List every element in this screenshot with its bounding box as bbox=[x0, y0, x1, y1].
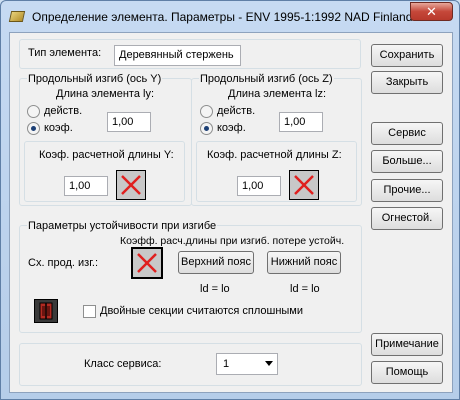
coef-z-input[interactable]: 1,00 bbox=[237, 176, 281, 196]
coef-y-label: Коэф. расчетной длины Y: bbox=[39, 149, 174, 161]
upper-flange-button[interactable]: Верхний пояс bbox=[178, 251, 254, 274]
fire-resistance-button[interactable]: Огнестой. bbox=[371, 207, 443, 230]
red-cross-icon bbox=[137, 253, 157, 273]
length-z-actual-label: действ. bbox=[217, 105, 256, 117]
buckling-y-title: Продольный изгиб (ось Y) bbox=[27, 73, 163, 85]
length-z-coef-radio[interactable] bbox=[200, 122, 213, 135]
lower-flange-button[interactable]: Нижний пояс bbox=[267, 251, 341, 274]
length-y-coef-label: коэф. bbox=[44, 122, 73, 134]
length-y-input[interactable]: 1,00 bbox=[107, 112, 151, 132]
length-z-actual-radio[interactable] bbox=[200, 105, 213, 118]
save-button[interactable]: Сохранить bbox=[371, 44, 443, 67]
length-z-input[interactable]: 1,00 bbox=[279, 112, 323, 132]
red-cross-icon bbox=[294, 175, 314, 195]
coef-y-input[interactable]: 1,00 bbox=[64, 176, 108, 196]
red-cross-icon bbox=[121, 175, 141, 195]
upper-formula: ld = lo bbox=[200, 283, 230, 295]
title-bar[interactable]: Определение элемента. Параметры - ENV 19… bbox=[1, 1, 459, 31]
close-window-button[interactable]: ✕ bbox=[410, 2, 453, 21]
double-sections-label: Двойные секции считаются сплошными bbox=[100, 305, 304, 317]
lower-formula: ld = lo bbox=[290, 283, 320, 295]
close-button[interactable]: Закрыть bbox=[371, 71, 443, 94]
stability-coef-caption: Коэфф. расч.длины при изгиб. потере усто… bbox=[120, 235, 345, 247]
double-sections-checkbox[interactable] bbox=[83, 305, 96, 318]
scheme-label: Сх. прод. изг.: bbox=[28, 257, 99, 269]
window-title: Определение элемента. Параметры - ENV 19… bbox=[32, 10, 413, 24]
app-icon bbox=[8, 11, 26, 22]
length-y-actual-label: действ. bbox=[44, 105, 83, 117]
coef-z-label: Коэф. расчетной длины Z: bbox=[207, 149, 342, 161]
double-section-icon bbox=[39, 302, 53, 320]
service-class-label: Класс сервиса: bbox=[84, 358, 162, 370]
other-button[interactable]: Прочие... bbox=[371, 179, 443, 202]
element-type-field[interactable]: Деревянный стержень bbox=[114, 45, 241, 66]
service-class-select[interactable]: 1 bbox=[216, 353, 278, 375]
section-icon[interactable] bbox=[34, 299, 58, 323]
length-y-coef-radio[interactable] bbox=[27, 122, 40, 135]
dialog-client-area: Тип элемента: Деревянный стержень Продол… bbox=[9, 32, 453, 393]
service-button[interactable]: Сервис bbox=[371, 122, 443, 145]
dialog-window: Определение элемента. Параметры - ENV 19… bbox=[0, 0, 460, 400]
more-button[interactable]: Больше... bbox=[371, 150, 443, 173]
length-y-actual-radio[interactable] bbox=[27, 105, 40, 118]
coef-y-cross-button[interactable] bbox=[116, 170, 146, 200]
service-class-value: 1 bbox=[223, 358, 230, 370]
buckling-z-title: Продольный изгиб (ось Z) bbox=[199, 73, 334, 85]
chevron-down-icon bbox=[265, 361, 273, 366]
note-button[interactable]: Примечание bbox=[371, 333, 443, 356]
length-z-coef-label: коэф. bbox=[217, 122, 246, 134]
scheme-cross-button[interactable] bbox=[131, 247, 163, 279]
length-z-label: Длина элемента lz: bbox=[228, 88, 327, 100]
element-type-label: Тип элемента: bbox=[28, 47, 102, 59]
service-class-group bbox=[19, 343, 362, 386]
coef-z-cross-button[interactable] bbox=[289, 170, 319, 200]
length-y-label: Длина элемента ly: bbox=[56, 88, 155, 100]
stability-title: Параметры устойчивости при изгибе bbox=[27, 220, 218, 232]
help-button[interactable]: Помощь bbox=[371, 361, 443, 384]
